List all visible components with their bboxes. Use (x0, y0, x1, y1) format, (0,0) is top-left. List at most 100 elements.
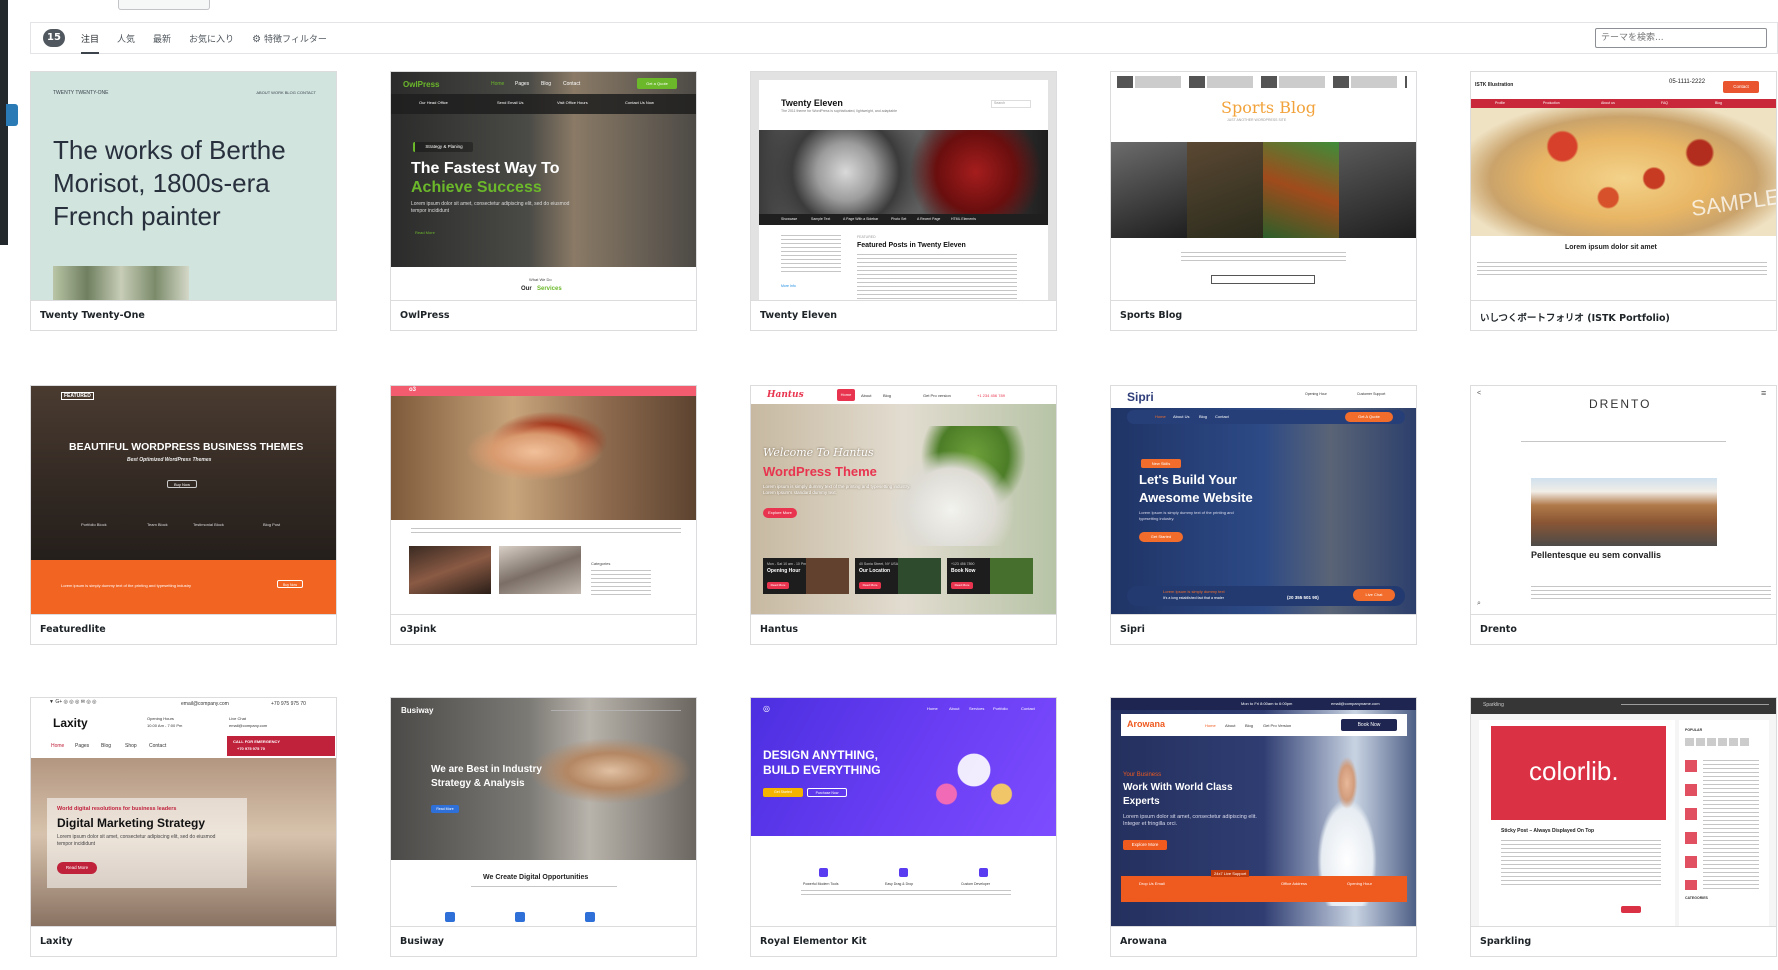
preview-feature-text (801, 890, 1011, 898)
preview-cta: Buy Now (167, 480, 197, 488)
preview-logo: Busiway (401, 706, 434, 715)
theme-name: o3pink (391, 614, 696, 644)
preview-hours: Opening Hours (147, 716, 174, 721)
preview-h1: DESIGN ANYTHING, (763, 748, 878, 762)
theme-card-sparkling[interactable]: Sparkling colorlib. Sticky Post – Always… (1470, 697, 1777, 957)
preview-bar-4: Opening Hour (1347, 881, 1372, 886)
preview-strip-text: Lorem ipsum is simply dummy text of the … (61, 583, 192, 588)
preview-logo: Sipri (1127, 390, 1154, 404)
collapse-arrow-icon[interactable] (6, 104, 18, 126)
theme-card-twenty-eleven[interactable]: Twenty Eleven The 2011 theme for WordPre… (750, 71, 1057, 331)
tab-latest[interactable]: 最新 (153, 24, 171, 53)
preview-logo: OwlPress (403, 80, 440, 89)
theme-card-laxity[interactable]: ▼ G+ ◎ ◎ ◎ ✉ ◎ ◎ email@company.com +70 9… (30, 697, 337, 957)
preview-nav-4: Contact (563, 81, 581, 87)
theme-card-busiway[interactable]: Busiway We are Best in Industry Strategy… (390, 697, 697, 957)
preview-feature-icon-2 (515, 912, 525, 922)
theme-card-o3pink[interactable]: o3 Categories o3pink (390, 385, 697, 645)
preview-nav-3: Blog (1245, 723, 1254, 728)
theme-screenshot[interactable]: < ≡ DRENTO Pellentesque eu sem convallis… (1471, 386, 1776, 614)
theme-screenshot[interactable]: ISTK Illustration 05-1111-2222 Contact P… (1471, 72, 1776, 300)
theme-screenshot[interactable]: Hantus Home About Blog Get Pro version +… (751, 386, 1056, 614)
preview-logo: FEATURED (61, 392, 94, 400)
theme-screenshot[interactable]: o3 Categories (391, 386, 696, 614)
preview-menu-icon: ≡ (1761, 388, 1767, 398)
preview-started: Get Started (1139, 532, 1183, 542)
theme-card-sipri[interactable]: Sipri Opening Hour Customer Support Home… (1110, 385, 1417, 645)
theme-screenshot[interactable]: ◎ Home About Services Portfolio Contact … (751, 698, 1056, 926)
preview-post-image-1 (409, 546, 491, 594)
preview-h2: Best Optimized WordPress Themes (127, 457, 212, 463)
preview-emergency-num: +70 975 975 70 (237, 746, 265, 751)
preview-body: Lorem ipsum dolor sit amet, consectetur … (57, 834, 216, 847)
theme-screenshot[interactable]: Busiway We are Best in Industry Strategy… (391, 698, 696, 926)
preview-quote-button: Get a Quote (637, 78, 677, 89)
theme-card-hantus[interactable]: Hantus Home About Blog Get Pro version +… (750, 385, 1057, 645)
preview-post: Sticky Post – Always Displayed On Top (1501, 828, 1595, 834)
preview-posts-title: Featured Posts in Twenty Eleven (857, 242, 966, 249)
preview-nav-1: Home (837, 389, 855, 401)
preview-support-label: Customer Support (1357, 392, 1386, 396)
theme-screenshot[interactable]: Sparkling colorlib. Sticky Post – Always… (1471, 698, 1776, 926)
theme-card-royal-elementor-kit[interactable]: ◎ Home About Services Portfolio Contact … (750, 697, 1057, 957)
theme-card-featuredlite[interactable]: FEATURED BEAUTIFUL WORDPRESS BUSINESS TH… (30, 385, 337, 645)
preview-live-chat: Live Chat (1353, 589, 1395, 601)
preview-item-4: Blog Post (263, 522, 281, 527)
preview-nav-1: Home (1205, 723, 1216, 728)
preview-ribbon-text-2: It's a long established fact that a read… (1163, 596, 1224, 600)
preview-brand: ISTK Illustration (1475, 82, 1514, 88)
preview-h2: Achieve Success (411, 179, 542, 196)
preview-info-3: Visit Office Hours (557, 100, 588, 105)
preview-logo: Arowana (1127, 719, 1166, 729)
preview-nav-4: Contact (1215, 414, 1229, 419)
tab-favorites[interactable]: お気に入り (189, 24, 234, 53)
theme-card-arowana[interactable]: Mon to Fri 8:00am to 6:00pm email@compan… (1110, 697, 1417, 957)
theme-screenshot[interactable]: TWENTY TWENTY-ONE ABOUT WORK BLOG CONTAC… (31, 72, 336, 300)
feature-filter-button[interactable]: ⚙ 特徴フィルター (252, 24, 327, 53)
theme-screenshot[interactable]: Twenty Eleven The 2011 theme for WordPre… (751, 72, 1056, 300)
theme-filter-bar: 15 注目 人気 最新 お気に入り ⚙ 特徴フィルター (30, 22, 1778, 54)
theme-name: Arowana (1111, 926, 1416, 956)
preview-nav-5: A Recent Page (917, 217, 941, 221)
theme-screenshot[interactable]: OwlPress Home Pages Blog Contact Get a Q… (391, 72, 696, 300)
preview-post-image-2 (499, 546, 581, 594)
tab-popular[interactable]: 人気 (117, 24, 135, 53)
preview-phone: 05-1111-2222 (1669, 79, 1706, 85)
preview-h1: The Fastest Way To (411, 160, 560, 177)
preview-item-3: Testimonial Block (193, 522, 224, 527)
theme-screenshot[interactable]: Sipri Opening Hour Customer Support Home… (1111, 386, 1416, 614)
preview-bar-2: 24x7 Live Support (1211, 870, 1250, 877)
theme-card-drento[interactable]: < ≡ DRENTO Pellentesque eu sem convallis… (1470, 385, 1777, 645)
preview-small: Your Business (1123, 772, 1162, 778)
preview-nav-5: Blog (1715, 101, 1723, 105)
theme-card-sports-blog[interactable]: Sports Blog JUST ANOTHER WORDPRESS SITE … (1110, 71, 1417, 331)
preview-more: Read More (57, 862, 97, 874)
preview-explore: Explore More (1123, 840, 1167, 850)
preview-header (1471, 698, 1776, 714)
preview-nav-2: Production (1543, 101, 1560, 105)
preview-body: Lorem Ipsum is simply dummy text of the … (1139, 510, 1234, 521)
preview-nav-2: About Us (1173, 414, 1190, 419)
theme-card-owlpress[interactable]: OwlPress Home Pages Blog Contact Get a Q… (390, 71, 697, 331)
theme-card-twenty-twenty-one[interactable]: TWENTY TWENTY-ONE ABOUT WORK BLOG CONTAC… (30, 71, 337, 331)
upload-theme-tab[interactable] (118, 0, 210, 10)
theme-screenshot[interactable]: Sports Blog JUST ANOTHER WORDPRESS SITE (1111, 72, 1416, 300)
preview-email: email@company.com (181, 701, 229, 707)
theme-screenshot[interactable]: FEATURED BEAUTIFUL WORDPRESS BUSINESS TH… (31, 386, 336, 614)
preview-header-image (759, 130, 1048, 214)
theme-search-input[interactable] (1595, 28, 1767, 48)
preview-top-thumbs (1117, 76, 1407, 88)
tab-featured[interactable]: 注目 (81, 24, 100, 54)
theme-card-istk-portfolio[interactable]: ISTK Illustration 05-1111-2222 Contact P… (1470, 71, 1777, 331)
preview-nav-3: About us (1601, 101, 1615, 105)
preview-site: Sparkling (1483, 702, 1504, 708)
preview-image (53, 266, 189, 300)
preview-feature-icon-3 (585, 912, 595, 922)
preview-small: World digital resolutions for business l… (57, 806, 177, 812)
preview-feature-3: Custom Developer (961, 882, 990, 886)
theme-screenshot[interactable]: ▼ G+ ◎ ◎ ◎ ✉ ◎ ◎ email@company.com +70 9… (31, 698, 336, 926)
preview-box-2-read: Read More (859, 582, 881, 589)
preview-categories: Categories (591, 561, 611, 566)
theme-screenshot[interactable]: Mon to Fri 8:00am to 6:00pm email@compan… (1111, 698, 1416, 926)
theme-name: Sports Blog (1111, 300, 1416, 330)
